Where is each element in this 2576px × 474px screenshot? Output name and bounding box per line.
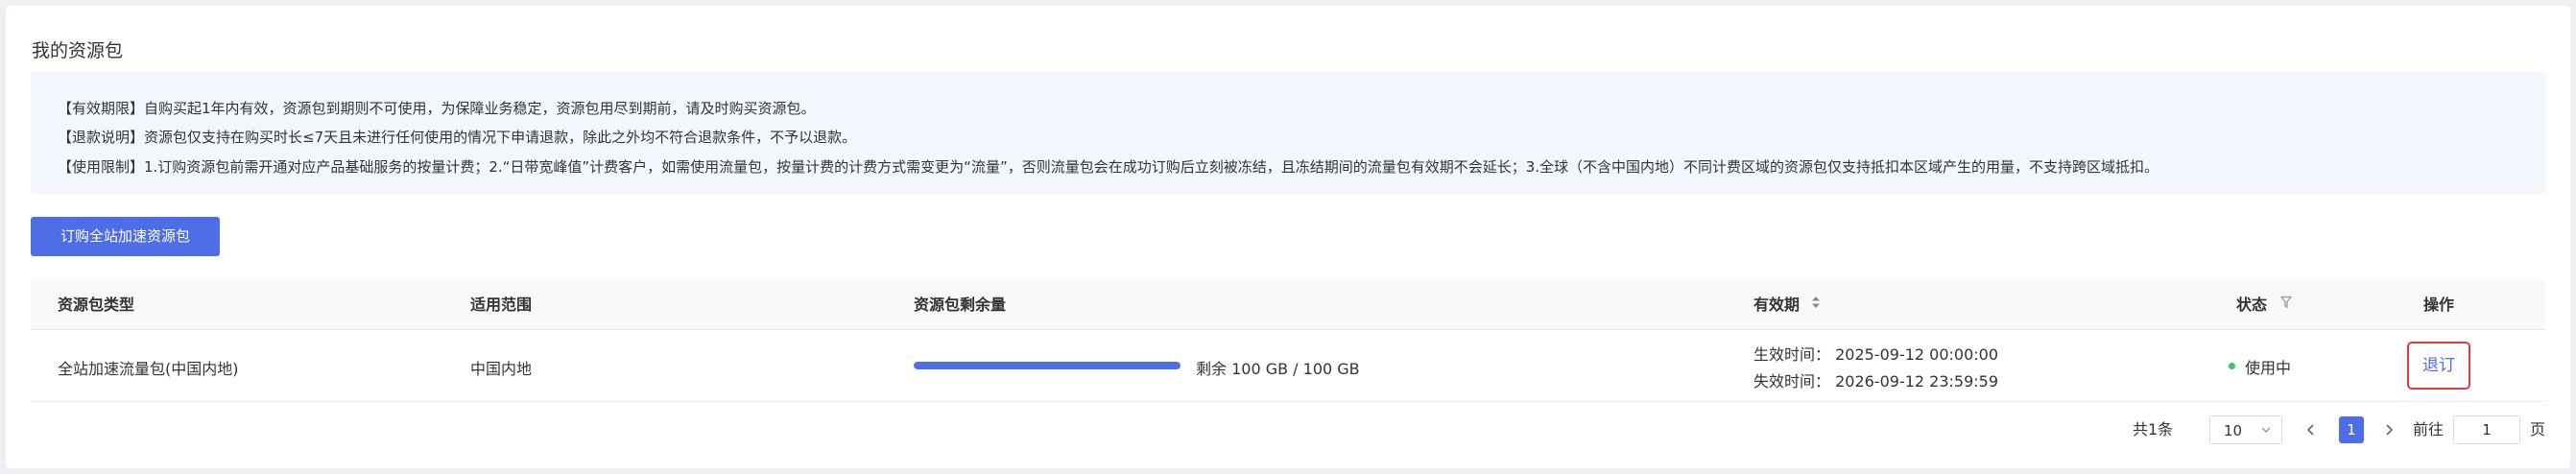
page-title: 我的资源包 [32, 40, 124, 61]
status-dot [2229, 363, 2235, 369]
page-size-value: 10 [2224, 422, 2243, 439]
notice-refund: 【退款说明】资源包仅支持在购买时长≤7天且未进行任何使用的情况下申请退款，除此之… [58, 129, 857, 146]
notice-validity: 【有效期限】自购买起1年内有效，资源包到期则不可使用，为保障业务稳定，资源包用尽… [58, 100, 816, 117]
pagination-total: 共1条 [2133, 420, 2174, 438]
resource-package-panel: 我的资源包 【有效期限】自购买起1年内有效，资源包到期则不可使用，为保障业务稳定… [6, 6, 2570, 468]
cell-type: 全站加速流量包(中国内地) [58, 360, 239, 378]
notice-box: 【有效期限】自购买起1年内有效，资源包到期则不可使用，为保障业务稳定，资源包用尽… [31, 71, 2545, 194]
page-unit-label: 页 [2530, 420, 2546, 438]
chevron-right-icon[interactable] [2379, 415, 2398, 444]
column-header-validity-label: 有效期 [1753, 296, 1801, 314]
remaining-progress-fill [914, 362, 1181, 369]
table-row: 全站加速流量包(中国内地) 中国内地 剩余 100 GB / 100 GB 生效… [31, 330, 2545, 402]
buy-resource-package-button[interactable]: 订购全站加速资源包 [31, 217, 220, 256]
column-header-status[interactable]: 状态 [2236, 281, 2292, 330]
cell-effective-time: 生效时间： 2025-09-12 00:00:00 [1753, 345, 1999, 364]
column-header-status-label: 状态 [2236, 296, 2268, 314]
table-header: 资源包类型 适用范围 资源包剩余量 有效期 状态 操作 [31, 281, 2545, 330]
cell-expire-time: 失效时间： 2026-09-12 23:59:59 [1753, 372, 1999, 391]
page-size-select[interactable]: 10 [2209, 415, 2282, 444]
sort-icon[interactable] [1811, 280, 1821, 328]
column-header-scope: 适用范围 [470, 296, 533, 314]
column-header-type: 资源包类型 [58, 296, 135, 314]
chevron-down-icon [2260, 416, 2272, 456]
goto-label: 前往 [2413, 420, 2445, 438]
remaining-progress-bar [914, 362, 1181, 369]
goto-page-input[interactable] [2453, 415, 2520, 444]
column-header-remaining: 资源包剩余量 [914, 296, 1007, 314]
cell-status: 使用中 [2245, 359, 2292, 377]
notice-usage-limit: 【使用限制】1.订购资源包前需开通对应产品基础服务的按量计费；2.“日带宽峰值”… [58, 158, 2159, 176]
column-header-operation: 操作 [2423, 296, 2455, 314]
column-header-validity[interactable]: 有效期 [1753, 281, 1821, 330]
page-number-current[interactable]: 1 [2339, 416, 2364, 443]
cell-scope: 中国内地 [470, 360, 533, 378]
cell-remaining-text: 剩余 100 GB / 100 GB [1196, 360, 1360, 378]
chevron-left-icon[interactable] [2302, 415, 2321, 444]
unsubscribe-button[interactable]: 退订 [2407, 342, 2470, 390]
filter-icon[interactable] [2279, 280, 2292, 328]
